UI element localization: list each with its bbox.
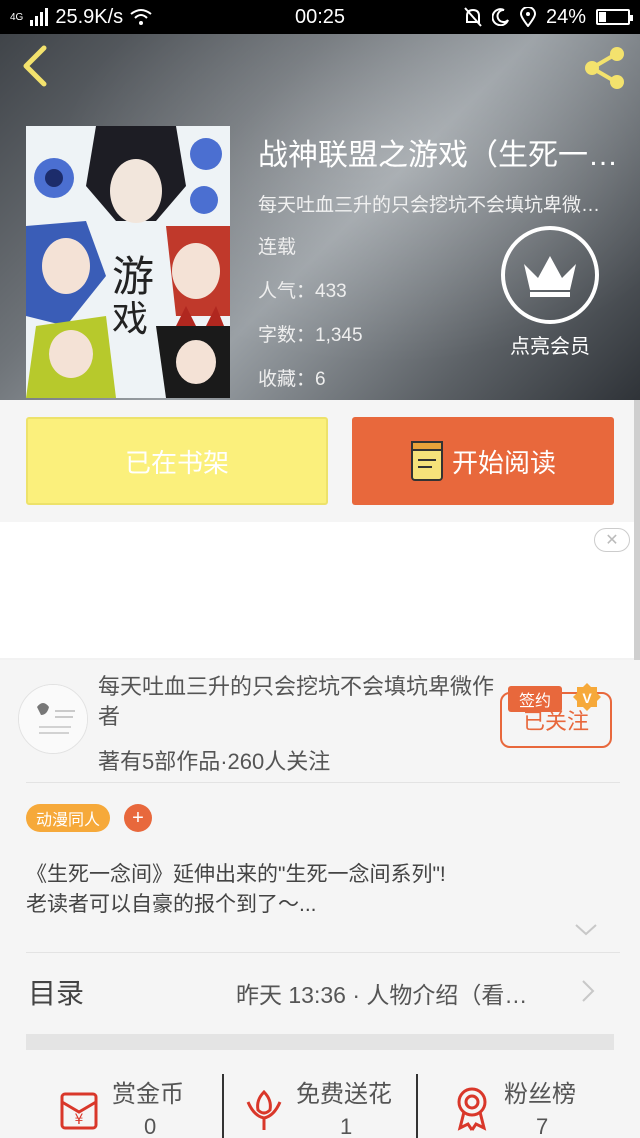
start-reading-label: 开始阅读 [451,447,556,478]
battery-level-fill [599,12,606,22]
moon-icon [491,8,509,26]
book-title: 战神联盟之游戏（生死一… [258,139,618,172]
latest-chapter: 昨天 13:36 · 人物介绍（看… [236,982,528,1008]
free-flowers-button[interactable]: 免费送花 1 [240,1070,410,1138]
book-icon [410,441,443,481]
section-divider-strip [26,1034,614,1050]
reward-coins-label: 赏金币 [112,1081,184,1108]
book-word-count: 字数：1,345 [258,325,363,346]
verified-v-label: V [582,690,592,706]
cover-title-char-2: 戏 [112,299,148,340]
ad-close-button[interactable]: ✕ [594,528,630,552]
share-icon [585,47,624,89]
book-description[interactable]: 《生死一念间》延伸出来的"生死一念间系列"! 老读者可以自豪的报个到了～... [26,860,616,920]
ad-banner: ✕ [0,522,640,658]
network-speed: 25.9K/s [55,5,124,28]
back-icon [23,45,47,87]
cover-title-char-1: 游 [112,252,154,301]
chevron-right-icon [582,980,595,1002]
battery-percent: 24% [545,5,586,28]
description-line-1: 《生死一念间》延伸出来的"生死一念间系列"! [26,863,446,886]
wifi-icon [130,9,152,25]
coin-icon: ¥ [60,1092,98,1130]
fan-ranking-label: 粉丝榜 [504,1081,576,1108]
battery-icon [596,9,633,25]
plus-icon: + [132,806,144,829]
stats-bar: ¥ 赏金币 0 免费送花 1 粉丝榜 7 [0,1064,640,1138]
free-flowers-label: 免费送花 [296,1081,392,1108]
book-author[interactable]: 每天吐血三升的只会挖坑不会填坑卑微… [258,190,630,217]
author-name[interactable]: 每天吐血三升的只会挖坑不会填坑卑微作者 [98,672,508,732]
in-shelf-button[interactable]: 已在书架 [26,417,328,505]
signed-label: 签约 [518,693,551,710]
share-button[interactable] [580,44,628,92]
reward-coins-count: 0 [144,1114,157,1138]
reward-coins-button[interactable]: ¥ 赏金币 0 [56,1070,206,1138]
description-line-2: 老读者可以自豪的报个到了～... [26,893,317,916]
action-bar: 已在书架 开始阅读 [0,400,640,522]
network-label: 4G [10,11,24,23]
verified-v-icon: V [573,683,601,711]
divider [26,782,620,783]
book-cover[interactable]: 游 戏 [26,126,230,398]
flower-icon [246,1089,282,1130]
mute-icon [464,7,482,27]
back-button[interactable] [16,44,56,88]
author-section: 每天吐血三升的只会挖坑不会填坑卑微作者 著有5部作品·260人关注 已关注 签约… [0,660,640,1138]
crown-icon [524,256,576,297]
vip-button[interactable]: 点亮会员 [498,226,602,359]
cover-art: 游 戏 [26,126,230,398]
scrollbar[interactable] [634,400,640,695]
location-icon [519,7,536,27]
chevron-down-icon[interactable] [574,922,598,938]
status-bar: 4G 25.9K/s 00:25 24% [0,0,640,34]
tag-label: 动漫同人 [36,812,101,829]
book-info: 战神联盟之游戏（生死一… 每天吐血三升的只会挖坑不会填坑卑微… 连载 人气：43… [258,136,630,390]
avatar-image [19,685,87,753]
add-tag-button[interactable]: + [124,804,152,832]
stats-separator [222,1074,224,1138]
tag-chip[interactable]: 动漫同人 [26,804,111,832]
in-shelf-label: 已在书架 [124,447,229,478]
fan-ranking-count: 7 [536,1114,549,1138]
fan-ranking-button[interactable]: 粉丝榜 7 [448,1070,598,1138]
book-favorites: 收藏：6 [258,369,326,390]
free-flowers-count: 1 [340,1114,353,1138]
close-icon: ✕ [605,532,619,549]
book-popularity: 人气：433 [258,281,347,302]
start-reading-button[interactable]: 开始阅读 [352,417,614,505]
author-stats: 著有5部作品·260人关注 [98,749,331,774]
signed-badge: 签约 [508,686,562,712]
catalog-row[interactable]: 目录 昨天 13:36 · 人物介绍（看… [0,954,640,1028]
svg-text:¥: ¥ [75,1112,84,1128]
catalog-label: 目录 [28,978,85,1009]
author-avatar[interactable] [18,684,88,754]
signal-icon [30,8,49,26]
ribbon-icon [457,1087,487,1131]
divider [26,952,620,953]
vip-label: 点亮会员 [510,336,590,358]
book-status: 连载 [258,237,297,258]
stats-separator [416,1074,418,1138]
vip-ring [501,226,599,324]
